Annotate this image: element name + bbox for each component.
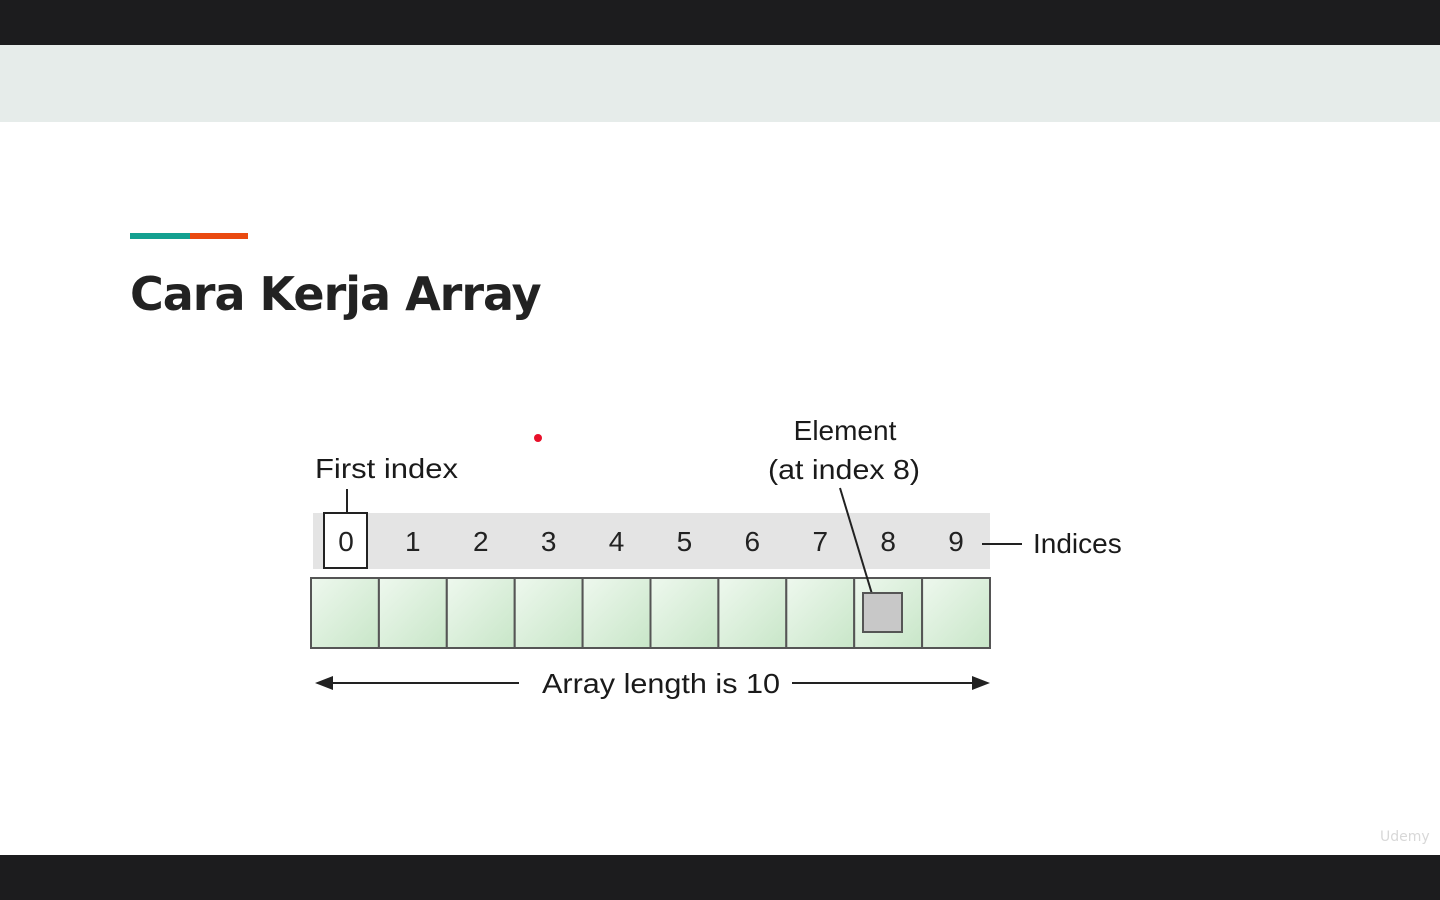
letterbox-bottom <box>0 855 1440 900</box>
index-digit-9: 9 <box>948 526 964 557</box>
index-digit-3: 3 <box>541 526 557 557</box>
element-label-line2: (at index 8) <box>768 454 920 485</box>
index-digit-0: 0 <box>338 526 354 557</box>
array-cell-2 <box>445 577 516 649</box>
letterbox-top <box>0 0 1440 45</box>
first-index-label: First index <box>315 453 458 484</box>
length-arrow-right-head <box>972 676 990 690</box>
array-cell-1 <box>377 577 448 649</box>
length-arrow-left-head <box>315 676 333 690</box>
index-digit-7: 7 <box>812 526 828 557</box>
index-digit-1: 1 <box>405 526 421 557</box>
udemy-watermark: Udemy <box>1380 829 1430 845</box>
slide: Cara Kerja Array 123456789 0 First index… <box>0 45 1440 855</box>
array-cell-7 <box>785 577 856 649</box>
laser-pointer-dot <box>534 434 542 442</box>
index-digit-8: 8 <box>880 526 896 557</box>
array-cell-0 <box>310 577 380 649</box>
index-digit-2: 2 <box>473 526 489 557</box>
index-digit-4: 4 <box>609 526 625 557</box>
array-diagram: 1 2 3 4 5 6 7 8 9 0 First index Element (at inde… <box>310 415 1122 699</box>
array-cell-5 <box>649 577 720 649</box>
array-cell-4 <box>581 577 652 649</box>
array-length-label: Array length is 10 <box>542 668 780 699</box>
index-digit-6: 6 <box>745 526 761 557</box>
indices-label: Indices <box>1033 528 1122 559</box>
array-cell-9 <box>921 577 991 649</box>
array-cell-3 <box>513 577 584 649</box>
element-square <box>862 592 903 633</box>
index-digit-5: 5 <box>677 526 693 557</box>
array-cell-6 <box>717 577 788 649</box>
element-label-line1: Element <box>794 415 897 446</box>
